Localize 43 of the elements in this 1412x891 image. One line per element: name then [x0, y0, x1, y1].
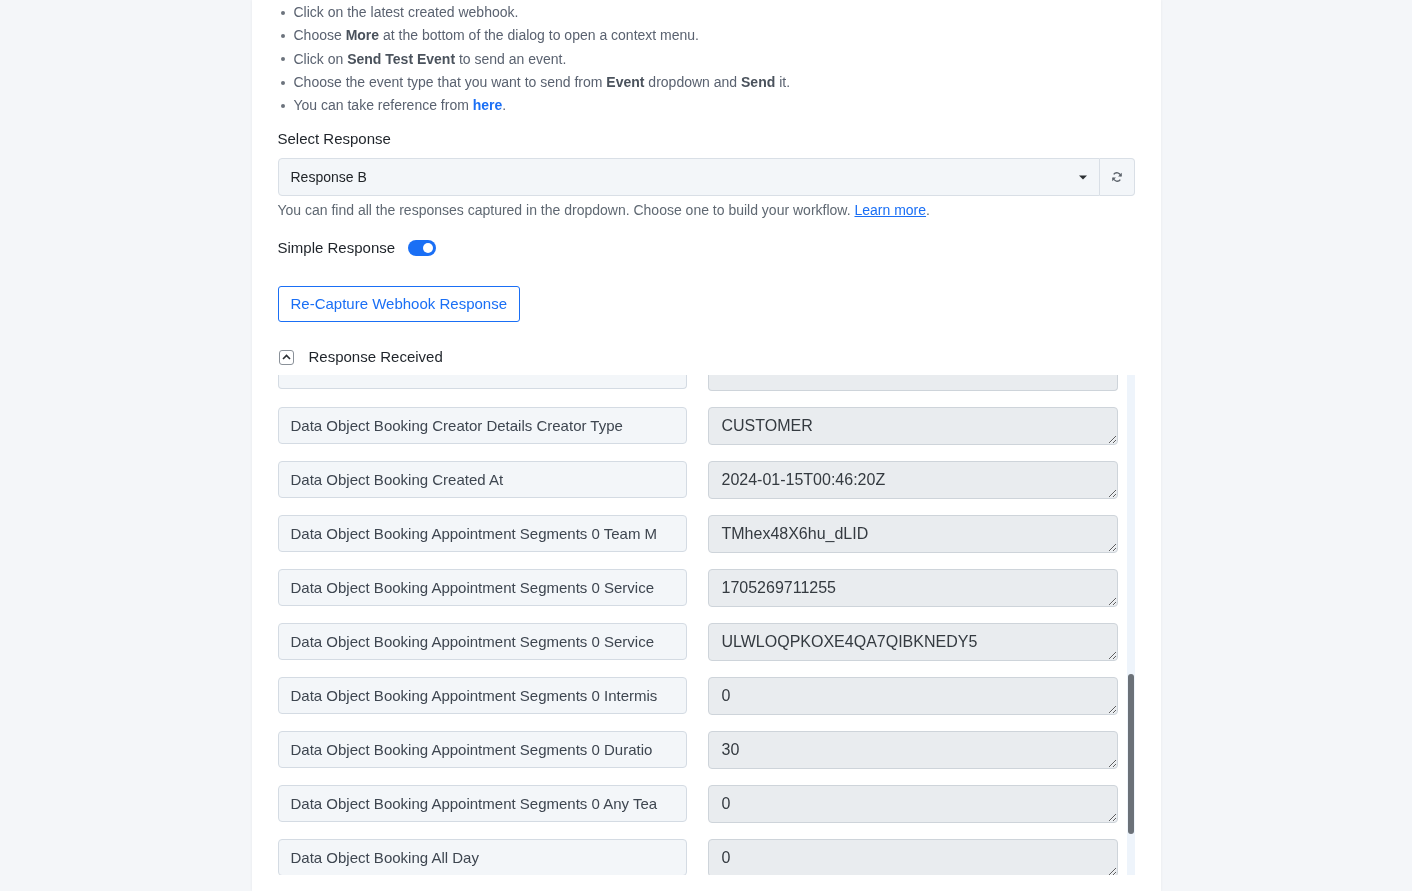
instruction-text: Click on the latest created webhook.: [293, 3, 519, 23]
bullet-icon: [280, 10, 285, 15]
key-field: Data Object Booking Appointment Segments 0 Intermis: [277, 677, 687, 715]
refresh-button[interactable]: [1099, 158, 1135, 197]
value-text-area[interactable]: 0: [707, 677, 1118, 716]
recapture-button[interactable]: Re-Capture Webhook Response: [277, 286, 520, 323]
refresh-icon: [1110, 171, 1123, 184]
bullet-icon: [280, 57, 285, 62]
value-text-area[interactable]: CUSTOMER: [707, 407, 1118, 446]
value-text-area[interactable]: 2024-01-15T00:46:20Z: [707, 461, 1118, 500]
value-text-area[interactable]: TMhex48X6hu_dLID: [707, 515, 1118, 554]
reference-link[interactable]: here: [472, 97, 503, 114]
key-field: Data Object Booking Creator Details Creator Type: [277, 407, 687, 445]
key-field: Data Object Booking Appointment Segments 0 Duratio: [277, 731, 687, 769]
learn-more-link[interactable]: Learn more: [854, 202, 927, 219]
instruction-text: You can take reference from here.: [293, 96, 507, 116]
help-text: You can find all the responses captured in the dropdown. Choose one to build your workflow. Learn more.: [277, 201, 931, 221]
bullet-icon: [280, 103, 285, 108]
chevron-up-icon: [281, 354, 291, 361]
instruction-text: Click on Send Test Event to send an event.: [293, 49, 567, 69]
collapse-button[interactable]: [278, 350, 294, 365]
instruction-text: Choose More at the bottom of the dialog to open a context menu.: [293, 26, 699, 46]
toggle-switch[interactable]: [408, 240, 437, 257]
key-field: Data Object Booking Appointment Segments 0 Service: [277, 569, 687, 607]
section-title: Response Received: [308, 347, 443, 368]
key-field: Data Object Booking Appointment Segments 0 Any Tea: [277, 785, 687, 823]
key-field: Data Object Booking Created At: [277, 461, 687, 499]
caret-icon: [1078, 175, 1087, 180]
bullet-icon: [280, 80, 285, 85]
value-text-area[interactable]: ULWLOQPKOXE4QA7QIBKNEDY5: [707, 623, 1118, 662]
response-dropdown[interactable]: Response B: [277, 158, 1100, 197]
value-text-area[interactable]: 1705269711255: [707, 569, 1118, 608]
scrollbar[interactable]: [1126, 375, 1135, 876]
value-text-area[interactable]: 30: [707, 731, 1118, 770]
value-text-area[interactable]: 0: [707, 785, 1118, 824]
value-text-area[interactable]: 0: [707, 839, 1118, 876]
toggle-label: Simple Response: [277, 238, 396, 259]
key-field: Data Object Booking Appointment Segments 0 Team M: [277, 515, 687, 553]
instruction-text: Choose the event type that you want to send from Event dropdown and Send it.: [293, 73, 791, 93]
field-label: Select Response: [277, 129, 392, 150]
bullet-icon: [280, 33, 285, 38]
key-field: Data Object Booking Appointment Segments 0 Service: [277, 623, 687, 661]
key-field: Data Object Booking All Day: [277, 839, 687, 876]
